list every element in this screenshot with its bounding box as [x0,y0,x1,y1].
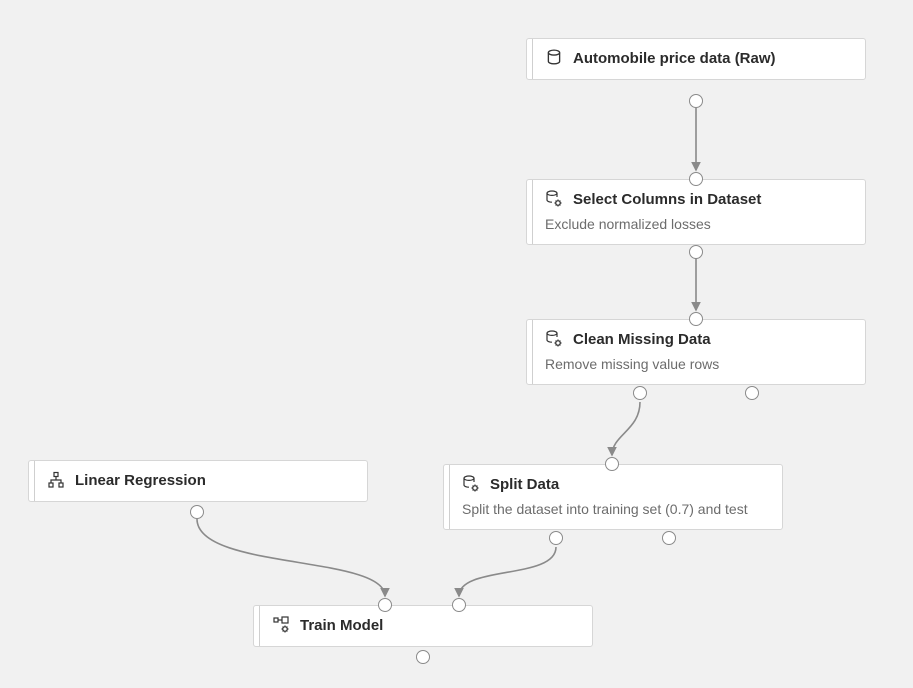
database-icon [545,49,563,67]
port-input[interactable] [378,598,392,612]
node-title: Split Data [490,476,559,493]
node-subtitle: Exclude normalized losses [545,216,851,232]
database-gear-icon [545,190,563,208]
node-select-columns[interactable]: Select Columns in Dataset Exclude normal… [526,179,866,245]
port-output[interactable] [745,386,759,400]
database-gear-icon [545,330,563,348]
port-output[interactable] [633,386,647,400]
node-title: Automobile price data (Raw) [573,50,776,67]
hierarchy-icon [47,471,65,489]
port-input[interactable] [689,312,703,326]
port-input[interactable] [452,598,466,612]
node-subtitle: Remove missing value rows [545,356,851,372]
port-output[interactable] [689,94,703,108]
node-dataset[interactable]: Automobile price data (Raw) [526,38,866,80]
database-gear-icon [462,475,480,493]
port-output[interactable] [689,245,703,259]
node-title: Linear Regression [75,472,206,489]
port-output[interactable] [190,505,204,519]
port-output[interactable] [549,531,563,545]
port-input[interactable] [605,457,619,471]
node-clean-missing[interactable]: Clean Missing Data Remove missing value … [526,319,866,385]
train-icon [272,616,290,634]
node-title: Train Model [300,617,383,634]
node-train-model[interactable]: Train Model [253,605,593,647]
port-input[interactable] [689,172,703,186]
node-split-data[interactable]: Split Data Split the dataset into traini… [443,464,783,530]
node-linear-regression[interactable]: Linear Regression [28,460,368,502]
port-output[interactable] [662,531,676,545]
port-output[interactable] [416,650,430,664]
node-title: Select Columns in Dataset [573,191,761,208]
node-title: Clean Missing Data [573,331,711,348]
pipeline-canvas[interactable]: Automobile price data (Raw) Select Colum… [0,0,913,688]
node-subtitle: Split the dataset into training set (0.7… [462,501,768,517]
